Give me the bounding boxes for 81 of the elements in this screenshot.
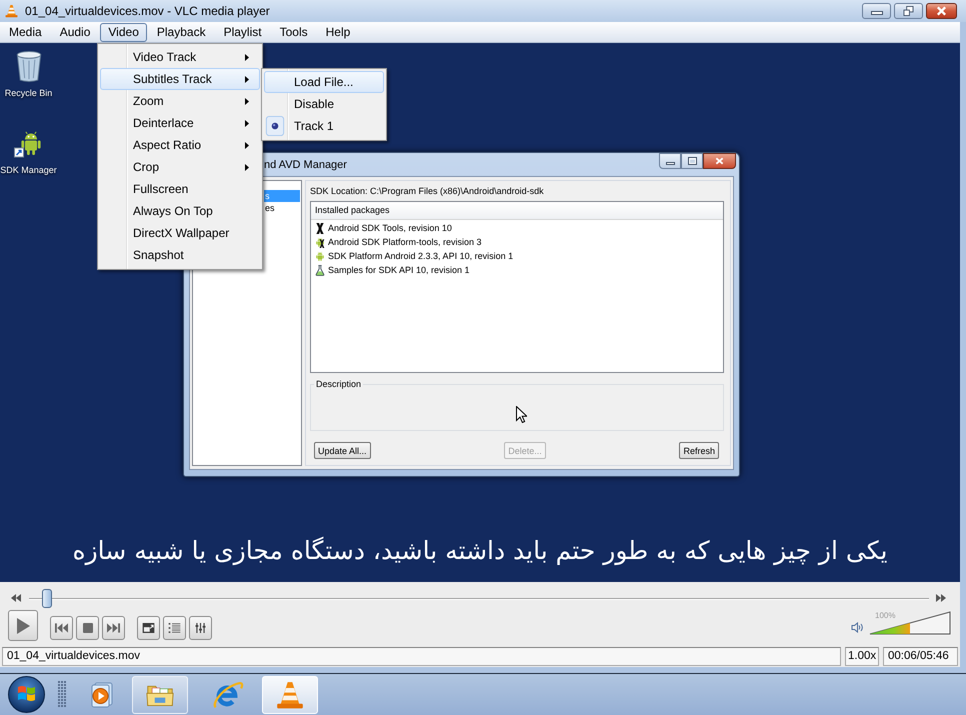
window-title: 01_04_virtualdevices.mov - VLC media player (25, 4, 271, 18)
window-title: nd AVD Manager (264, 158, 347, 170)
menu-item[interactable]: Track 1 (264, 115, 384, 137)
desktop-icon-label: Recycle Bin (4, 88, 52, 99)
close-icon (715, 157, 724, 165)
menu-item[interactable]: Tools (272, 22, 316, 42)
package-name[interactable]: SDK Platform Android 2.3.3, API 10, revision 1 (328, 251, 514, 261)
taskbar-button[interactable] (132, 676, 188, 714)
close-button[interactable] (926, 3, 957, 19)
close-button[interactable] (703, 153, 736, 169)
menu-item[interactable]: Playback (148, 22, 214, 42)
stop-icon (82, 623, 92, 633)
rewind-icon[interactable] (11, 594, 21, 602)
seek-handle[interactable] (42, 588, 52, 608)
menu-item[interactable]: Zoom (100, 90, 260, 112)
minimize-button[interactable] (862, 3, 891, 19)
skip-forward-icon (107, 623, 120, 633)
package-name[interactable]: Android SDK Platform-tools, revision 3 (328, 237, 482, 247)
file-name-field: 01_04_virtualdevices.mov (2, 647, 841, 666)
menu-item[interactable]: Crop (100, 156, 260, 178)
fullscreen-button[interactable] (137, 616, 160, 640)
menu-item[interactable]: Aspect Ratio (100, 134, 260, 156)
close-icon (936, 6, 947, 16)
menu-item[interactable]: Disable (264, 93, 384, 115)
dialog-button[interactable]: Refresh (679, 442, 719, 459)
list-icon (168, 623, 181, 633)
subtitle-text: یکی از چیز هایی که به طور حتم باید داشته باشید، دستگاه مجازی یا شبیه سازه (72, 535, 888, 568)
robot-icon (315, 250, 325, 262)
start-orb-icon[interactable] (8, 676, 45, 713)
menu-item[interactable]: DirectX Wallpaper (100, 222, 260, 244)
restore-icon (903, 6, 914, 16)
package-name[interactable]: Samples for SDK API 10, revision 1 (328, 265, 470, 275)
playback-speed[interactable]: 1.00x (845, 647, 879, 666)
sliders-icon (194, 623, 207, 633)
menu-item[interactable]: Playlist (216, 22, 270, 42)
menu-item[interactable]: Video Track (100, 46, 260, 68)
tool-icon (315, 222, 325, 234)
minimize-icon (870, 11, 882, 15)
nav-item[interactable]: es (264, 202, 300, 214)
menu-item[interactable]: Load File... (264, 71, 384, 93)
menu-item[interactable]: Audio (52, 22, 98, 42)
sdk-location-text: SDK Location: C:\Program Files (x86)\Android\android-sdk (310, 185, 544, 197)
fullscreen-icon (142, 623, 155, 633)
maximize-button[interactable] (681, 153, 703, 169)
taskbar-button[interactable] (262, 676, 318, 714)
playlist-button[interactable] (163, 616, 186, 640)
column-header: Installed packages (311, 202, 723, 220)
volume-slider[interactable] (869, 611, 951, 635)
stop-button[interactable] (76, 616, 99, 640)
robot-tool-icon (315, 236, 325, 248)
next-button[interactable] (102, 616, 125, 640)
minimize-button[interactable] (659, 153, 681, 169)
restore-button[interactable] (894, 3, 923, 19)
menu-item[interactable]: Video (100, 22, 147, 42)
traffic-cone-icon (5, 4, 18, 18)
maximize-icon (688, 157, 696, 165)
grip-icon (58, 681, 66, 708)
menu-item[interactable]: Snapshot (100, 244, 260, 266)
menu-item[interactable]: Always On Top (100, 200, 260, 222)
volume-reading: 100% (875, 611, 896, 620)
minimize-icon (666, 162, 674, 164)
play-icon (16, 618, 30, 634)
menu-item[interactable]: Fullscreen (100, 178, 260, 200)
time-display[interactable]: 00:06/05:46 (883, 647, 958, 666)
play-button[interactable] (8, 610, 38, 641)
flask-icon (315, 264, 325, 276)
speaker-icon[interactable] (851, 622, 864, 633)
traffic-cone-icon (276, 680, 304, 708)
menu-item[interactable]: Deinterlace (100, 112, 260, 134)
extended-settings-button[interactable] (189, 616, 212, 640)
menu-item[interactable]: Subtitles Track (100, 68, 260, 90)
dialog-button[interactable]: Update All... (314, 442, 371, 459)
desktop-icon-label: SDK Manager (0, 165, 57, 176)
fast-forward-icon[interactable] (936, 594, 946, 602)
previous-button[interactable] (50, 616, 73, 640)
package-name[interactable]: Android SDK Tools, revision 10 (328, 223, 452, 233)
menu-item[interactable]: Media (1, 22, 50, 42)
group-label: Description (315, 379, 362, 389)
menu-item[interactable]: Help (318, 22, 358, 42)
mouse-cursor-icon (516, 406, 527, 423)
skip-back-icon (55, 623, 68, 633)
